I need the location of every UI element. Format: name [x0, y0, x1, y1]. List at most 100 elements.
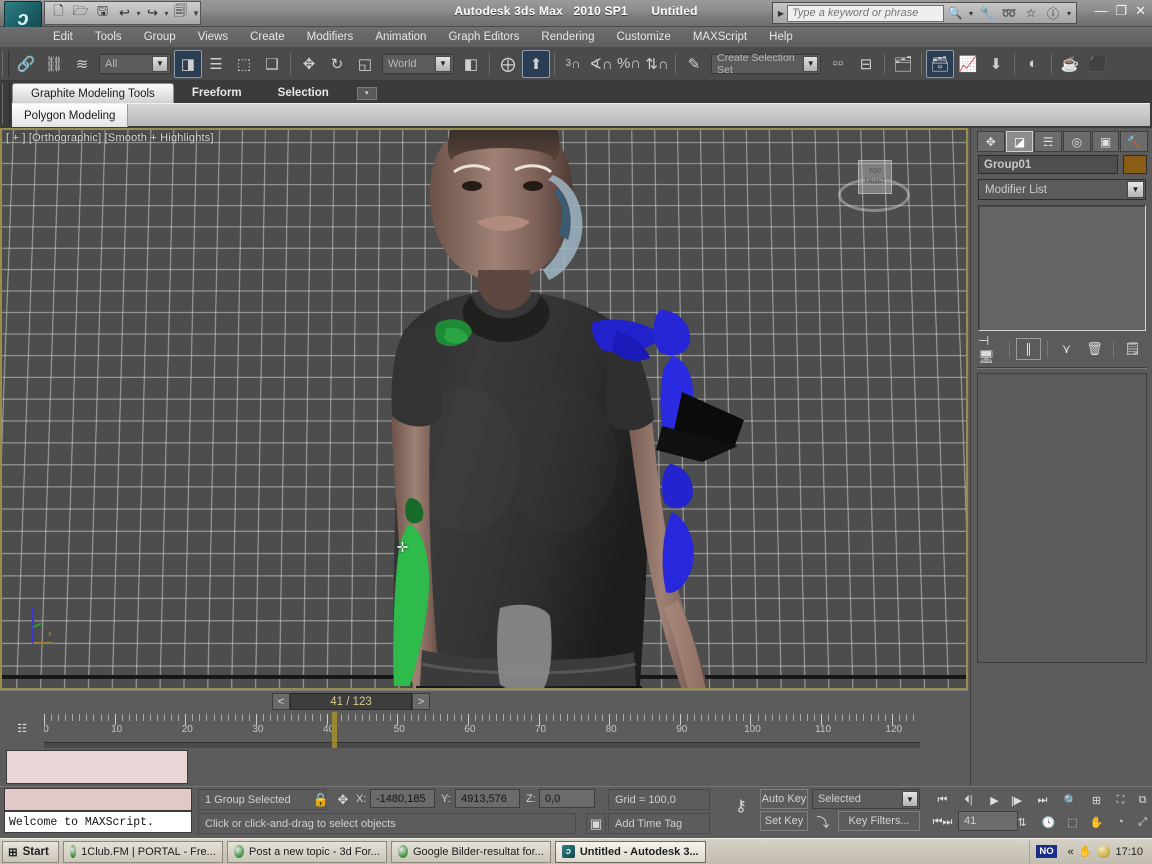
- key-filters-button[interactable]: Key Filters...: [838, 811, 920, 831]
- pin-stack-button[interactable]: ⊣🖥: [978, 333, 1003, 364]
- create-tab[interactable]: ✥: [977, 131, 1005, 152]
- menu-item-graph-editors[interactable]: Graph Editors: [437, 29, 530, 45]
- schematic-view-button[interactable]: ⬇: [982, 50, 1010, 78]
- select-and-move-button[interactable]: ✥: [295, 50, 323, 78]
- time-configuration-button[interactable]: 🕓: [1036, 811, 1061, 833]
- utilities-tab[interactable]: 🔨: [1120, 131, 1149, 152]
- tray-app-icon[interactable]: [1097, 845, 1111, 858]
- menu-item-customize[interactable]: Customize: [605, 29, 681, 45]
- previous-frame-button[interactable]: <: [272, 693, 290, 710]
- help-dropdown-icon[interactable]: ▾: [1064, 9, 1074, 18]
- help-icon[interactable]: ⓘ: [1042, 5, 1064, 22]
- find-icon[interactable]: 🔍: [944, 6, 966, 20]
- taskbar-item-google-bilder[interactable]: Google Bilder-resultat for...: [390, 840, 551, 863]
- menu-item-modifiers[interactable]: Modifiers: [296, 29, 365, 45]
- menu-item-tools[interactable]: Tools: [84, 29, 133, 45]
- toolbar-grip[interactable]: [2, 50, 9, 77]
- tray-hand-icon[interactable]: ✋: [1079, 845, 1093, 858]
- goto-end-button[interactable]: ⏭: [1030, 789, 1055, 811]
- mirror-button[interactable]: ▫▫: [824, 50, 852, 78]
- set-key-button[interactable]: Set Key: [760, 811, 808, 831]
- next-frame-button[interactable]: >: [412, 693, 430, 710]
- select-and-scale-button[interactable]: ◱: [351, 50, 379, 78]
- motion-tab[interactable]: ◎: [1063, 131, 1091, 152]
- menu-item-maxscript[interactable]: MAXScript: [682, 29, 758, 45]
- configure-modifier-sets-button[interactable]: 🗒: [1120, 338, 1145, 360]
- tab-selection[interactable]: Selection: [260, 83, 347, 103]
- render-setup-button[interactable]: ☕: [1056, 50, 1084, 78]
- make-unique-button[interactable]: ⋎: [1054, 338, 1079, 360]
- hierarchy-tab[interactable]: ☴: [1034, 131, 1063, 152]
- modify-tab[interactable]: ◪: [1005, 131, 1034, 152]
- object-color-swatch[interactable]: [1123, 155, 1147, 174]
- lock-selection-icon[interactable]: 🔒: [312, 790, 330, 809]
- key-mode-dropdown[interactable]: Selected ▼: [812, 789, 920, 809]
- use-pivot-point-center-button[interactable]: ◧: [457, 50, 485, 78]
- search-input[interactable]: [787, 4, 944, 22]
- menu-item-edit[interactable]: Edit: [42, 29, 84, 45]
- y-coordinate-field[interactable]: 4913,576: [455, 789, 520, 808]
- chevron-down-icon[interactable]: ▼: [902, 791, 918, 807]
- show-end-result-button[interactable]: ∥: [1016, 338, 1041, 360]
- named-selection-sets-dropdown[interactable]: Create Selection Set ▼: [711, 52, 821, 76]
- snaps-toggle-button[interactable]: 3 ∩: [559, 50, 587, 78]
- isolate-selection-icon[interactable]: ▣: [586, 813, 606, 834]
- rectangular-selection-region-button[interactable]: ⬚: [230, 50, 258, 78]
- zoom-all-button[interactable]: ⊞: [1084, 789, 1109, 811]
- frame-spinner[interactable]: ⇅: [1016, 811, 1028, 833]
- goto-start-button[interactable]: ⏮: [930, 789, 955, 811]
- time-slider-handle[interactable]: < 41 / 123 >: [272, 693, 430, 710]
- panel-tab-polygon-modeling[interactable]: Polygon Modeling: [12, 104, 129, 127]
- curve-editor-button[interactable]: 📈: [954, 50, 982, 78]
- taskbar-item-1club-fm[interactable]: 1Club.FM | PORTAL - Fre...: [62, 840, 223, 863]
- zoom-region-button[interactable]: ⬚: [1060, 811, 1085, 833]
- chevron-down-icon[interactable]: ▼: [152, 55, 168, 72]
- maxscript-listener-pane[interactable]: [4, 788, 192, 811]
- tab-freeform[interactable]: Freeform: [174, 83, 260, 103]
- start-button[interactable]: ⊞ Start: [2, 840, 59, 863]
- zoom-extents-all-button[interactable]: ⧉: [1130, 789, 1152, 811]
- next-frame-button[interactable]: |▶: [1004, 789, 1029, 811]
- zoom-button[interactable]: 🔍: [1058, 789, 1083, 811]
- restore-button[interactable]: ❐: [1115, 4, 1127, 18]
- satellite-icon[interactable]: ➿: [998, 6, 1020, 20]
- search-dropdown-icon[interactable]: ▾: [966, 9, 976, 18]
- current-frame-field[interactable]: 41: [958, 811, 1018, 831]
- percent-snap-toggle-button[interactable]: %∩: [615, 50, 643, 78]
- open-mini-curve-editor-button[interactable]: ☷: [6, 716, 38, 740]
- close-button[interactable]: ✕: [1135, 4, 1146, 18]
- modifier-stack-list[interactable]: [978, 205, 1146, 331]
- x-coordinate-field[interactable]: -1480,185: [370, 789, 435, 808]
- menu-item-create[interactable]: Create: [239, 29, 296, 45]
- set-key-curve-icon[interactable]: ⤵: [812, 811, 834, 831]
- angle-snap-toggle-button[interactable]: ∢∩: [587, 50, 615, 78]
- display-tab[interactable]: ▣: [1091, 131, 1120, 152]
- menu-item-rendering[interactable]: Rendering: [530, 29, 605, 45]
- key-mode-toggle-button[interactable]: ⏮⏭: [930, 811, 955, 833]
- edit-named-selection-sets-button[interactable]: ✎: [680, 50, 708, 78]
- frame-ruler[interactable]: 0 10 20 30 40 50 60 70 80 90 100 110 120: [44, 712, 920, 742]
- chevron-down-icon[interactable]: ▼: [1127, 181, 1144, 198]
- unlink-selection-button[interactable]: ⛓: [40, 50, 68, 78]
- ribbon-overflow-button[interactable]: ▾: [347, 83, 387, 103]
- menu-item-group[interactable]: Group: [133, 29, 187, 45]
- bind-to-space-warp-button[interactable]: ≋: [68, 50, 96, 78]
- favorites-star-icon[interactable]: ☆: [1020, 6, 1042, 20]
- viewport-orthographic[interactable]: [ + ] [Orthographic] [Smooth + Highlight…: [0, 128, 968, 690]
- taskbar-item-3dsmax[interactable]: ɔ Untitled - Autodesk 3...: [554, 840, 706, 863]
- maxscript-listener-entry[interactable]: Welcome to MAXScript.: [4, 811, 192, 833]
- ribbon-grip[interactable]: [2, 83, 10, 125]
- select-and-rotate-button[interactable]: ↻: [323, 50, 351, 78]
- menu-item-help[interactable]: Help: [758, 29, 804, 45]
- z-coordinate-field[interactable]: 0,0: [539, 789, 595, 808]
- chevron-down-icon[interactable]: ▼: [803, 55, 818, 72]
- object-name-field[interactable]: Group01: [978, 155, 1118, 174]
- toggle-ribbon-button[interactable]: 🗃: [926, 49, 954, 78]
- menu-item-views[interactable]: Views: [187, 29, 239, 45]
- keyboard-shortcut-override-toggle-button[interactable]: ⬆: [522, 49, 550, 78]
- key-mode-toggle-icon[interactable]: ⚷: [722, 791, 760, 821]
- pan-view-button[interactable]: ✋: [1084, 811, 1109, 833]
- menu-item-animation[interactable]: Animation: [364, 29, 437, 45]
- align-button[interactable]: ⊟: [852, 50, 880, 78]
- auto-key-button[interactable]: Auto Key: [760, 789, 808, 809]
